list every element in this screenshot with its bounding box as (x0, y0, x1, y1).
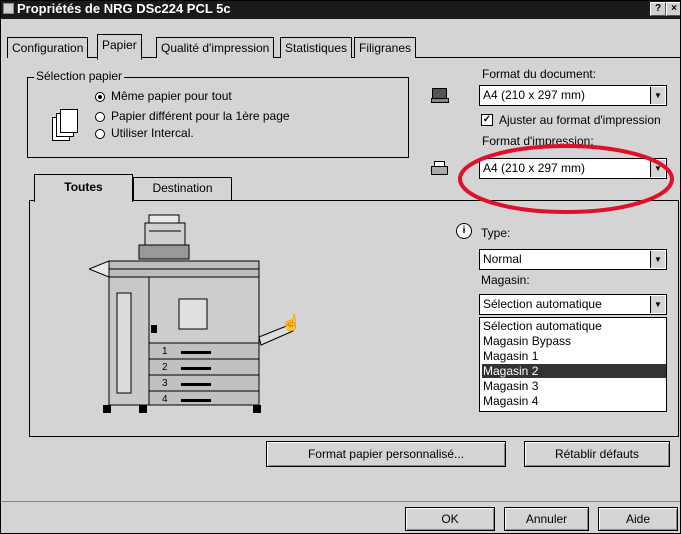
paper-selection-legend: Sélection papier (34, 69, 125, 83)
window-icon (3, 3, 14, 14)
subtab-toutes[interactable]: Toutes (34, 174, 133, 202)
help-title-button[interactable]: ? (650, 2, 666, 16)
radio-use-intercal-label: Utiliser Intercal. (111, 126, 194, 140)
type-select[interactable]: Normal ▼ (479, 249, 667, 270)
tray-option[interactable]: Sélection automatique (482, 319, 666, 333)
tray-3-label: 3 (162, 378, 168, 389)
cancel-button[interactable]: Annuler (504, 507, 589, 531)
tray-option[interactable]: Magasin 3 (482, 379, 666, 393)
chevron-down-icon[interactable]: ▼ (650, 296, 665, 313)
tab-papier[interactable]: Papier (97, 34, 142, 60)
tab-configuration[interactable]: Configuration (7, 37, 89, 58)
radio-different-first-page[interactable] (95, 112, 105, 122)
custom-format-button[interactable]: Format papier personnalisé... (266, 441, 506, 467)
type-label: Type: (481, 226, 511, 240)
monitor-icon (431, 88, 449, 103)
tray-value: Sélection automatique (483, 297, 602, 311)
info-icon: i (456, 223, 472, 239)
tray-option[interactable]: Magasin Bypass (482, 334, 666, 348)
radio-use-intercal[interactable] (95, 129, 105, 139)
radio-same-paper-label: Même papier pour tout (111, 89, 232, 103)
properties-dialog: Propriétés de NRG DSc224 PCL 5c ? × Conf… (0, 0, 681, 534)
title-bar[interactable]: Propriétés de NRG DSc224 PCL 5c ? × (1, 1, 680, 19)
tray-label: Magasin: (481, 273, 530, 287)
chevron-down-icon[interactable]: ▼ (650, 87, 665, 104)
tray-dropdown-list: Sélection automatique Magasin Bypass Mag… (479, 317, 667, 412)
tray-2-label: 2 (162, 362, 168, 373)
type-value: Normal (483, 252, 522, 266)
document-format-value: A4 (210 x 297 mm) (483, 88, 586, 102)
printer-icon (431, 161, 448, 175)
tray-4-label: 4 (162, 394, 168, 405)
chevron-down-icon[interactable]: ▼ (650, 251, 665, 268)
hand-cursor-icon: ☝ (281, 315, 301, 332)
help-button[interactable]: Aide (598, 507, 678, 531)
document-stack-icon (52, 109, 78, 143)
radio-same-paper[interactable] (95, 92, 105, 102)
tray-option[interactable]: Magasin 1 (482, 349, 666, 363)
document-format-label: Format du document: (482, 67, 597, 81)
highlight-ellipse (458, 144, 674, 214)
ok-button[interactable]: OK (405, 507, 495, 531)
tray-option[interactable]: Magasin 4 (482, 394, 666, 408)
tab-statistiques[interactable]: Statistiques (280, 37, 353, 58)
radio-different-first-page-label: Papier différent pour la 1ère page (111, 109, 290, 123)
tab-filigranes[interactable]: Filigranes (354, 37, 417, 58)
tray-1-label: 1 (162, 346, 168, 357)
fit-to-print-format-label: Ajuster au format d'impression (499, 113, 661, 127)
document-format-select[interactable]: A4 (210 x 297 mm) ▼ (479, 85, 667, 106)
tab-qualite-impression[interactable]: Qualité d'impression (156, 37, 275, 58)
tray-option-selected[interactable]: Magasin 2 (482, 364, 666, 378)
reset-defaults-button[interactable]: Rétablir défauts (524, 441, 670, 467)
window-title: Propriétés de NRG DSc224 PCL 5c (17, 1, 231, 16)
tray-select[interactable]: Sélection automatique ▼ (479, 294, 667, 315)
close-title-button[interactable]: × (666, 2, 680, 16)
subtab-destination[interactable]: Destination (133, 177, 232, 200)
footer-separator (1, 501, 680, 502)
fit-to-print-format-checkbox[interactable]: ✓ (481, 114, 493, 126)
